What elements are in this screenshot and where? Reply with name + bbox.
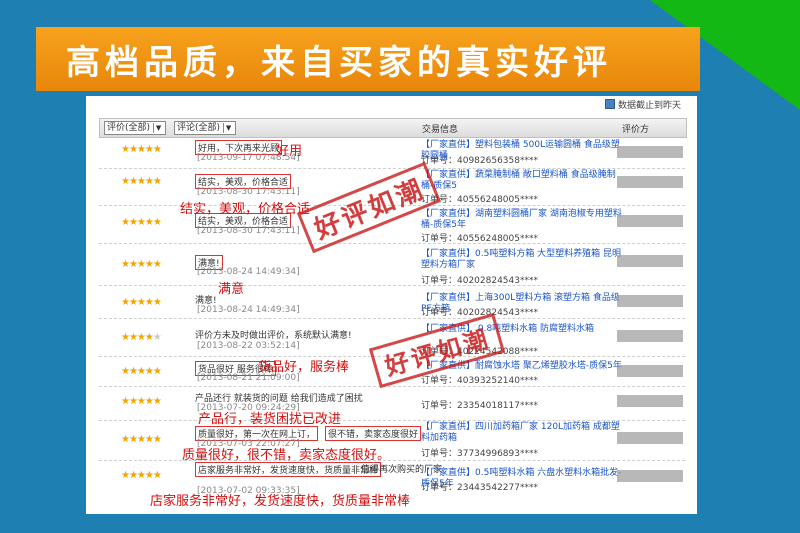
order-number: 订单号：23443542277**** (421, 483, 538, 493)
info-icon (604, 99, 615, 109)
annotation: 结实，美观，价格合适 (180, 202, 311, 217)
star-rating: ★★★★★ (121, 176, 162, 187)
order-number: 订单号：37734996893**** (421, 449, 538, 459)
order-number: 订单号：40393252140**** (421, 376, 538, 386)
rater-redacted (617, 255, 683, 267)
table-row: ★★★★★ 满意! [2013-08-24 14:49:34] 【厂家直供】0.… (99, 243, 685, 286)
data-cutoff-note: 数据截止到昨天 (604, 98, 681, 111)
annotation: 产品行，装货困扰已改进 (198, 412, 342, 427)
comment-text: 店家服务非常好，发货速度快，货质量非常棒 (195, 462, 382, 477)
product-link[interactable]: 【厂家直供】四川加药箱厂家 120L加药箱 成都塑料加药箱 (421, 422, 623, 444)
table-row: ★★★★★ 产品还行 就装货的问题 给我们造成了困扰 [2013-07-20 0… (99, 386, 685, 421)
product-link[interactable]: 【厂家直供】湖南塑料圆桶厂家 湖南泡椒专用塑料桶-质保5年 (421, 209, 623, 231)
chevron-down-icon: ▼ (153, 123, 163, 133)
comment-date: [2013-08-24 14:49:34] (197, 267, 300, 277)
data-cutoff-text: 数据截止到昨天 (617, 101, 681, 111)
rating-filter-label: 评价(全部) (107, 123, 151, 133)
chevron-down-icon: ▼ (223, 123, 233, 133)
comment-text-2: 很不错，卖家态度很好 (325, 426, 422, 441)
comment-date: [2013-08-30 17:43:11] (197, 187, 300, 197)
comment-date: [2013-08-24 14:49:34] (197, 305, 300, 315)
star-rating: ★★★★★ (121, 470, 162, 481)
rater-redacted (617, 470, 683, 482)
review-panel: 数据截止到昨天 评价(全部) ▼ 评论(全部) ▼ 交易信息 评价方 ★★★★★ 好… (86, 96, 697, 514)
rater-header: 评价方 (622, 125, 650, 135)
rater-redacted (617, 176, 683, 188)
rater-redacted (617, 395, 683, 407)
annotation: 店家服务非常好，发货速度快，货质量非常棒 (150, 494, 411, 509)
rater-redacted (617, 215, 683, 227)
rater-redacted (617, 295, 683, 307)
headline-banner: 高档品质，来自买家的真实好评 (36, 27, 700, 91)
star-rating: ★★★★★ (121, 259, 162, 270)
table-row: ★★★★★ 满意! [2013-08-24 14:49:34] 【厂家直供】上海… (99, 285, 685, 319)
table-header: 评价(全部) ▼ 评论(全部) ▼ 交易信息 评价方 (99, 118, 687, 138)
annotation: 好用 (276, 144, 303, 159)
comment-filter-select[interactable]: 评论(全部) ▼ (174, 121, 237, 135)
rater-redacted (617, 146, 683, 158)
trade-info-header: 交易信息 (422, 125, 459, 135)
order-number: 订单号：40982656358**** (421, 156, 538, 166)
star-rating: ★★★★★ (121, 297, 162, 308)
star-rating: ★★★★★ (121, 332, 162, 343)
table-row: ★★★★★ 好用，下次再来光顾 [2013-09-17 07:48:54] 【厂… (99, 138, 685, 169)
banner-title: 高档品质，来自买家的真实好评 (66, 43, 612, 83)
product-link[interactable]: 【厂家直供】0.5吨塑料方箱 大型塑料养殖箱 昆明塑料方箱厂家 (421, 249, 623, 271)
star-rating: ★★★★★ (121, 366, 162, 377)
star-rating: ★★★★★ (121, 144, 162, 155)
annotation: 质量很好，很不错，卖家态度很好。 (182, 448, 391, 463)
rater-redacted (617, 365, 683, 377)
order-number: 订单号：23354018117**** (421, 401, 538, 411)
rater-redacted (617, 432, 683, 444)
star-rating: ★★★★★ (121, 434, 162, 445)
product-link[interactable]: 【厂家直供】蔬菜腌制桶 敞口塑料桶 食品级腌制桶-质保5 (421, 170, 623, 192)
comment-date: [2013-08-22 03:52:14] (197, 341, 300, 351)
rater-redacted (617, 330, 683, 342)
rating-filter-select[interactable]: 评价(全部) ▼ (104, 121, 167, 135)
annotation: 货品好，服务棒 (258, 360, 350, 375)
star-rating: ★★★★★ (121, 217, 162, 228)
annotation: 满意 (218, 282, 245, 297)
comment-filter-label: 评论(全部) (177, 123, 221, 133)
star-rating: ★★★★★ (121, 396, 162, 407)
comment-date: [2013-08-30 17:43:11] (197, 226, 300, 236)
comment-text: 评价方未及时做出评价，系统默认满意! (195, 331, 352, 341)
